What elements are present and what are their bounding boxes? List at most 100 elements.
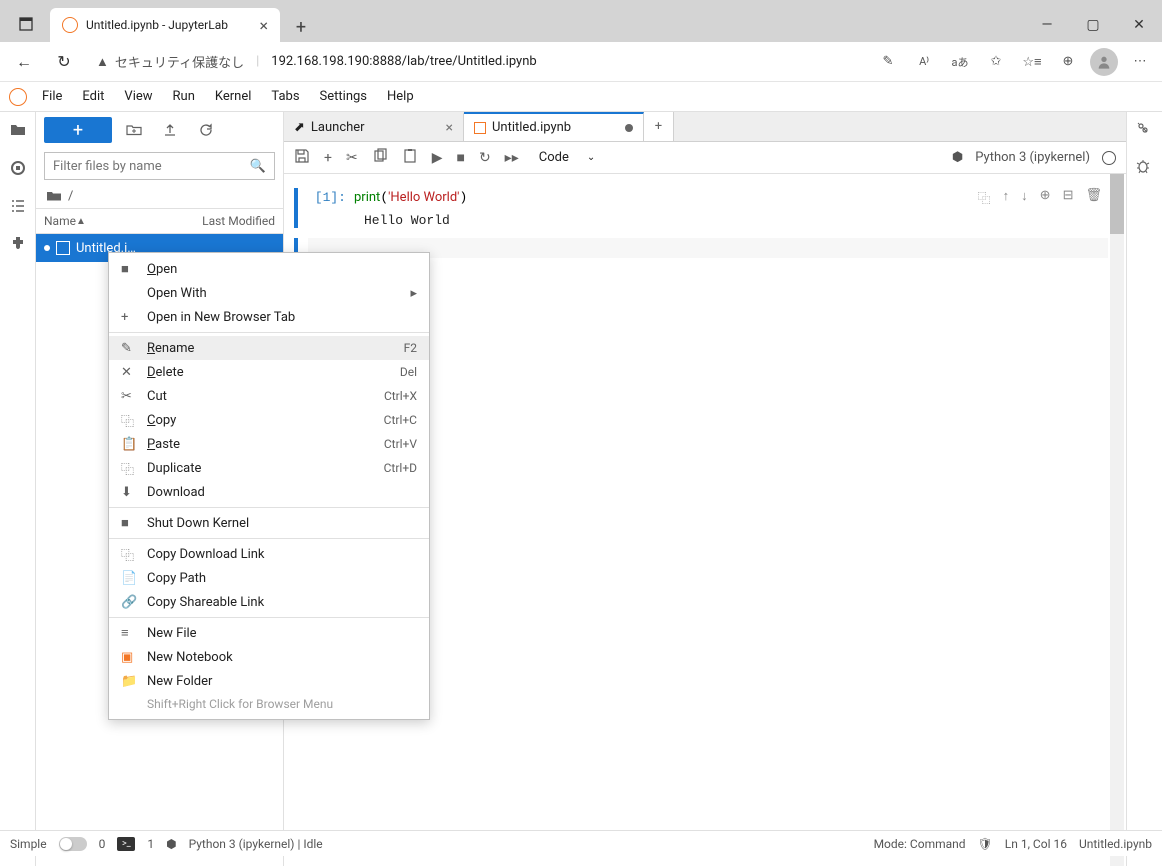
stop-icon[interactable]: ■ [456, 149, 464, 166]
write-icon[interactable]: ✎ [874, 48, 902, 76]
refresh-button[interactable]: ↻ [48, 46, 80, 78]
refresh-filebrowser-icon[interactable] [192, 117, 220, 143]
trust-icon[interactable]: 🛡 [978, 837, 993, 851]
delete-cell-icon[interactable]: 🗑 [1085, 188, 1102, 207]
filter-files-input[interactable]: 🔍 [44, 152, 275, 180]
kernel-status-text: Python 3 (ipykernel) | Idle [189, 837, 323, 851]
restart-icon[interactable]: ↻ [479, 150, 491, 166]
upload-icon[interactable] [156, 117, 184, 143]
insert-above-icon[interactable]: ⊕ [1040, 188, 1051, 207]
dirty-indicator-icon [625, 124, 633, 132]
menu-copy[interactable]: ⿻CopyCtrl+C [109, 408, 429, 432]
menu-open[interactable]: ■Open [109, 257, 429, 281]
chevron-down-icon: ⌄ [587, 152, 595, 163]
cell-type-select[interactable]: Code ⌄ [539, 150, 596, 165]
menu-kernel[interactable]: Kernel [215, 89, 252, 104]
favorite-icon[interactable]: ✩ [982, 48, 1010, 76]
move-down-icon[interactable]: ↓ [1021, 188, 1028, 207]
menu-copy-download-link[interactable]: ⿻Copy Download Link [109, 542, 429, 566]
kernels-icon[interactable]: ⬢ [166, 837, 176, 851]
move-up-icon[interactable]: ↑ [1003, 188, 1010, 207]
save-icon[interactable] [294, 148, 310, 168]
cell-code[interactable]: print('Hello World') [354, 188, 978, 207]
browser-tab[interactable]: Untitled.ipynb - JupyterLab × [50, 8, 280, 42]
column-name[interactable]: Name [44, 214, 76, 228]
launcher-icon: ⬈ [294, 120, 305, 135]
code-cell[interactable]: [1]: print('Hello World') ⿻ ↑ ↓ ⊕ ⊟ 🗑 He… [294, 188, 1108, 228]
menu-new-folder[interactable]: 📁New Folder [109, 669, 429, 693]
menu-run[interactable]: Run [173, 89, 195, 104]
debugger-icon[interactable]: ⬢ [952, 150, 963, 165]
close-tab-icon[interactable]: × [259, 16, 268, 35]
menu-duplicate[interactable]: ⿻DuplicateCtrl+D [109, 456, 429, 480]
menu-new-file[interactable]: ≡New File [109, 621, 429, 645]
jupyter-logo-icon[interactable] [0, 88, 36, 106]
menu-tabs[interactable]: Tabs [271, 89, 299, 104]
insert-cell-icon[interactable]: + [324, 150, 332, 166]
minimize-button[interactable]: — [1024, 8, 1070, 42]
menu-copy-shareable-link[interactable]: 🔗Copy Shareable Link [109, 590, 429, 614]
simple-mode-toggle[interactable] [59, 837, 87, 851]
menu-download[interactable]: ⬇Download [109, 480, 429, 504]
run-icon[interactable]: ▶ [432, 150, 443, 166]
favorites-bar-icon[interactable]: ☆≡ [1018, 48, 1046, 76]
property-inspector-icon[interactable] [1135, 120, 1155, 140]
tab-notebook[interactable]: Untitled.ipynb [464, 112, 644, 141]
collections-icon[interactable]: ⊕ [1054, 48, 1082, 76]
cell-collapser[interactable] [294, 188, 298, 228]
add-tab-button[interactable]: + [644, 112, 674, 141]
translate-icon[interactable]: aあ [946, 48, 974, 76]
close-icon[interactable]: × [446, 120, 453, 136]
menu-settings[interactable]: Settings [320, 89, 367, 104]
menu-paste[interactable]: 📋PasteCtrl+V [109, 432, 429, 456]
jupyter-favicon-icon [62, 17, 78, 33]
notebook-icon [56, 241, 70, 255]
notebook-mode: Mode: Command [874, 837, 966, 851]
menu-open-new-tab[interactable]: +Open in New Browser Tab [109, 305, 429, 329]
read-aloud-icon[interactable]: A⁾ [910, 48, 938, 76]
menu-edit[interactable]: Edit [82, 89, 104, 104]
menu-delete[interactable]: ✕DeleteDel [109, 360, 429, 384]
maximize-button[interactable]: ▢ [1070, 8, 1116, 42]
context-menu: ■Open Open With▸ +Open in New Browser Ta… [108, 252, 430, 720]
menu-shutdown-kernel[interactable]: ■Shut Down Kernel [109, 511, 429, 535]
breadcrumb[interactable]: / [36, 184, 283, 208]
menu-help[interactable]: Help [387, 89, 414, 104]
debugger-panel-icon[interactable] [1135, 158, 1155, 178]
new-launcher-button[interactable]: + [44, 117, 112, 143]
copy-icon[interactable] [372, 148, 388, 168]
menu-cut[interactable]: ✂CutCtrl+X [109, 384, 429, 408]
kernel-name[interactable]: Python 3 (ipykernel) [975, 150, 1090, 165]
scrollbar[interactable] [1110, 174, 1124, 866]
browser-tab-title: Untitled.ipynb - JupyterLab [86, 18, 228, 32]
filter-input-field[interactable] [53, 159, 250, 174]
back-button[interactable]: ← [8, 46, 40, 78]
menu-file[interactable]: File [42, 89, 62, 104]
menu-new-notebook[interactable]: ▣New Notebook [109, 645, 429, 669]
terminal-icon[interactable]: >_ [117, 837, 135, 851]
running-tab-icon[interactable] [8, 158, 28, 178]
more-icon[interactable]: ⋯ [1126, 48, 1154, 76]
menu-copy-path[interactable]: 📄Copy Path [109, 566, 429, 590]
new-folder-icon[interactable] [120, 117, 148, 143]
restart-run-icon[interactable]: ▸▸ [505, 150, 519, 166]
close-window-button[interactable]: ✕ [1116, 8, 1162, 42]
url-field[interactable]: ▲ セキュリティ保護なし | 192.168.198.190:8888/lab/… [88, 52, 866, 71]
duplicate-cell-icon[interactable]: ⿻ [978, 188, 991, 207]
cut-icon[interactable]: ✂ [346, 150, 358, 166]
tab-launcher[interactable]: ⬈ Launcher × [284, 112, 464, 141]
kernel-status-icon[interactable] [1102, 151, 1116, 165]
menu-rename[interactable]: ✎RenameF2 [109, 336, 429, 360]
profile-avatar[interactable] [1090, 48, 1118, 76]
menu-view[interactable]: View [124, 89, 152, 104]
new-tab-button[interactable]: + [286, 12, 316, 42]
filebrowser-tab-icon[interactable] [8, 120, 28, 140]
paste-icon[interactable] [402, 148, 418, 168]
column-modified[interactable]: Last Modified [202, 214, 275, 228]
insert-below-icon[interactable]: ⊟ [1063, 188, 1074, 207]
toc-tab-icon[interactable] [8, 196, 28, 216]
left-sidebar-rail [0, 112, 36, 866]
extensions-tab-icon[interactable] [8, 234, 28, 254]
tab-actions-icon[interactable] [8, 6, 44, 42]
menu-open-with[interactable]: Open With▸ [109, 281, 429, 305]
